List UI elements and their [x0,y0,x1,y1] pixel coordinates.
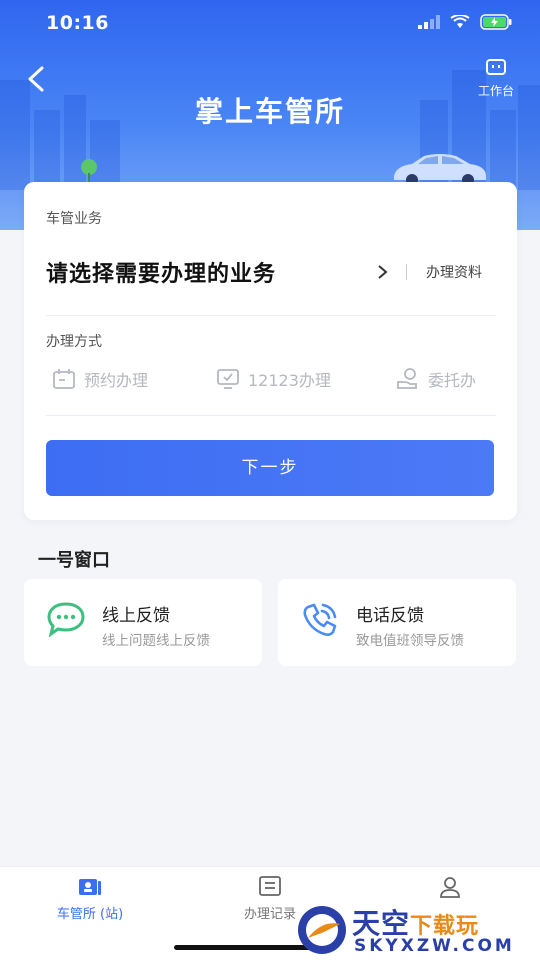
page-title: 掌上车管所 [194,95,345,128]
car-illustration [394,154,486,186]
service-card: 车管业务 请选择需要办理的业务 办理资料 办理方式 预约办理 12123办理 委… [24,182,517,520]
method-entrust[interactable]: 委托办 [396,367,476,391]
method-label-2: 委托办 [428,371,477,390]
online-feedback-title: 线上反馈 [102,606,170,626]
method-options: 预约办理 12123办理 委托办 [46,367,496,397]
tab-label-1: 办理记录 [243,907,296,922]
tab-station[interactable]: 车管所 (站) [30,875,150,922]
robot-icon [486,59,506,75]
phone-feedback-title: 电话反馈 [356,606,424,626]
watermark-url: SKYXZW.COM [354,936,515,956]
method-appointment[interactable]: 预约办理 [52,367,148,391]
signal-icon [418,15,440,29]
record-icon [259,876,281,896]
method-label-0: 预约办理 [84,371,149,390]
station-icon [79,879,101,895]
tab-label-0: 车管所 (站) [56,907,124,922]
monitor-check-icon [217,369,239,389]
wifi-icon [450,15,470,28]
chat-bubble-icon [47,602,85,637]
calendar-icon [53,369,75,389]
phone-feedback-subtitle: 致电值班领导反馈 [356,633,464,649]
service-selector[interactable]: 请选择需要办理的业务 办理资料 [46,252,496,292]
hand-coin-icon [397,368,417,389]
battery-charging-icon [480,14,512,30]
method-label: 办理方式 [46,334,102,350]
materials-link[interactable]: 办理资料 [426,262,482,282]
watermark: 天空下载玩 SKYXZW.COM [290,900,540,960]
status-time: 10:16 [46,12,109,34]
status-icons [418,14,512,30]
business-label: 车管业务 [46,211,102,227]
chevron-right-icon [378,265,388,279]
phone-call-icon [303,603,337,636]
method-12123[interactable]: 12123办理 [216,367,331,391]
divider [46,415,496,416]
divider [46,315,496,316]
method-label-1: 12123办理 [248,371,331,390]
workbench-label: 工作台 [477,84,514,98]
user-icon [440,877,460,898]
first-window-title: 一号窗口 [38,550,110,571]
phone-feedback-card[interactable]: 电话反馈 致电值班领导反馈 [278,579,516,666]
online-feedback-subtitle: 线上问题线上反馈 [102,633,210,649]
status-bar: 10:16 [0,0,540,48]
next-step-button[interactable]: 下一步 [46,440,494,496]
service-placeholder: 请选择需要办理的业务 [46,262,277,287]
tree-illustration [81,159,97,183]
separator [406,264,407,280]
workbench-button[interactable]: 工作台 [472,58,520,99]
watermark-logo-icon [298,906,346,954]
online-feedback-card[interactable]: 线上反馈 线上问题线上反馈 [24,579,262,666]
